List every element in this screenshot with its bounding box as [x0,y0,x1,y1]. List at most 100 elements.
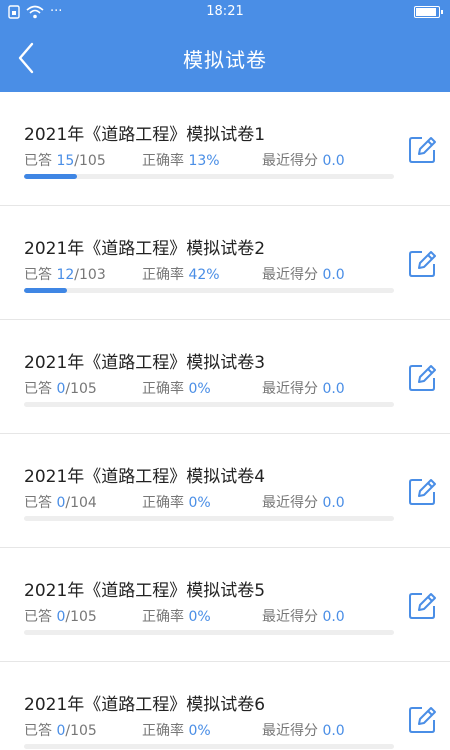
accuracy-value: 0% [188,723,211,739]
answered-label: 已答 [24,381,52,397]
edit-button[interactable] [406,704,438,736]
accuracy-label: 正确率 [142,723,184,739]
progress-bar [24,174,77,179]
edit-button[interactable] [406,248,438,280]
paper-list: 2021年《道路工程》模拟试卷1 已答 15/105 正确率 13% 最近得分 0.0… [0,92,450,750]
list-item[interactable]: 2021年《道路工程》模拟试卷5 已答 0/105 正确率 0% 最近得分 0.0 [0,548,450,662]
accuracy-value: 0% [188,381,211,397]
edit-button[interactable] [406,476,438,508]
score-stat: 最近得分 0.0 [262,264,345,284]
score-label: 最近得分 [262,381,318,397]
accuracy-label: 正确率 [142,609,184,625]
accuracy-value: 0% [188,495,211,511]
paper-title: 2021年《道路工程》模拟试卷5 [24,581,266,601]
score-stat: 最近得分 0.0 [262,150,345,170]
paper-title: 2021年《道路工程》模拟试卷6 [24,695,266,715]
accuracy-label: 正确率 [142,495,184,511]
paper-stats: 已答 15/105 正确率 13% 最近得分 0.0 [24,150,394,170]
edit-icon [409,251,436,277]
paper-title: 2021年《道路工程》模拟试卷3 [24,353,266,373]
accuracy-value: 42% [188,267,220,283]
answered-stat: 已答 15/105 [24,150,106,170]
accuracy-label: 正确率 [142,267,184,283]
score-stat: 最近得分 0.0 [262,720,345,740]
status-bar: ··· 18:21 [0,0,450,24]
progress-track [24,402,394,407]
score-label: 最近得分 [262,153,318,169]
answered-label: 已答 [24,267,52,283]
question-total: 103 [79,267,106,283]
accuracy-label: 正确率 [142,381,184,397]
accuracy-value: 13% [188,153,220,169]
edit-icon [409,479,436,505]
progress-track [24,630,394,635]
score-value: 0.0 [322,381,345,397]
answered-stat: 已答 0/105 [24,378,97,398]
progress-bar [24,288,68,293]
list-item[interactable]: 2021年《道路工程》模拟试卷4 已答 0/104 正确率 0% 最近得分 0.0 [0,434,450,548]
answered-count: 12 [56,267,75,283]
score-value: 0.0 [322,723,345,739]
accuracy-stat: 正确率 0% [142,720,211,740]
accuracy-stat: 正确率 0% [142,492,211,512]
paper-stats: 已答 0/105 正确率 0% 最近得分 0.0 [24,720,394,740]
answered-stat: 已答 0/105 [24,606,97,626]
score-label: 最近得分 [262,267,318,283]
accuracy-stat: 正确率 42% [142,264,220,284]
edit-icon [409,707,436,733]
score-stat: 最近得分 0.0 [262,378,345,398]
accuracy-stat: 正确率 0% [142,378,211,398]
edit-icon [409,593,436,619]
question-total: 105 [79,153,106,169]
edit-icon [409,365,436,391]
list-item[interactable]: 2021年《道路工程》模拟试卷6 已答 0/105 正确率 0% 最近得分 0.0 [0,662,450,750]
question-total: 105 [70,381,97,397]
score-value: 0.0 [322,153,345,169]
score-value: 0.0 [322,267,345,283]
paper-title: 2021年《道路工程》模拟试卷4 [24,467,266,487]
question-total: 105 [70,609,97,625]
score-label: 最近得分 [262,609,318,625]
edit-button[interactable] [406,590,438,622]
answered-count: 15 [56,153,75,169]
accuracy-stat: 正确率 0% [142,606,211,626]
answered-stat: 已答 0/105 [24,720,97,740]
paper-title: 2021年《道路工程》模拟试卷2 [24,239,266,259]
edit-button[interactable] [406,134,438,166]
edit-button[interactable] [406,362,438,394]
score-label: 最近得分 [262,723,318,739]
paper-stats: 已答 12/103 正确率 42% 最近得分 0.0 [24,264,394,284]
page-title: 模拟试卷 [183,48,267,72]
score-label: 最近得分 [262,495,318,511]
list-item[interactable]: 2021年《道路工程》模拟试卷3 已答 0/105 正确率 0% 最近得分 0.0 [0,320,450,434]
accuracy-label: 正确率 [142,153,184,169]
status-time: 18:21 [206,4,244,19]
paper-stats: 已答 0/105 正确率 0% 最近得分 0.0 [24,606,394,626]
answered-label: 已答 [24,609,52,625]
answered-stat: 已答 0/104 [24,492,97,512]
score-value: 0.0 [322,495,345,511]
accuracy-stat: 正确率 13% [142,150,220,170]
nav-bar: 模拟试卷 [0,24,450,92]
progress-track [24,174,394,179]
paper-stats: 已答 0/104 正确率 0% 最近得分 0.0 [24,492,394,512]
question-total: 104 [70,495,97,511]
answered-label: 已答 [24,495,52,511]
score-value: 0.0 [322,609,345,625]
score-stat: 最近得分 0.0 [262,492,345,512]
list-item[interactable]: 2021年《道路工程》模拟试卷1 已答 15/105 正确率 13% 最近得分 0.0 [0,92,450,206]
score-stat: 最近得分 0.0 [262,606,345,626]
list-item[interactable]: 2021年《道路工程》模拟试卷2 已答 12/103 正确率 42% 最近得分 0.0 [0,206,450,320]
paper-stats: 已答 0/105 正确率 0% 最近得分 0.0 [24,378,394,398]
progress-track [24,288,394,293]
progress-track [24,744,394,749]
progress-track [24,516,394,521]
edit-icon [409,137,436,163]
paper-title: 2021年《道路工程》模拟试卷1 [24,125,266,145]
accuracy-value: 0% [188,609,211,625]
question-total: 105 [70,723,97,739]
answered-label: 已答 [24,723,52,739]
battery-icon [414,6,443,18]
answered-label: 已答 [24,153,52,169]
answered-stat: 已答 12/103 [24,264,106,284]
